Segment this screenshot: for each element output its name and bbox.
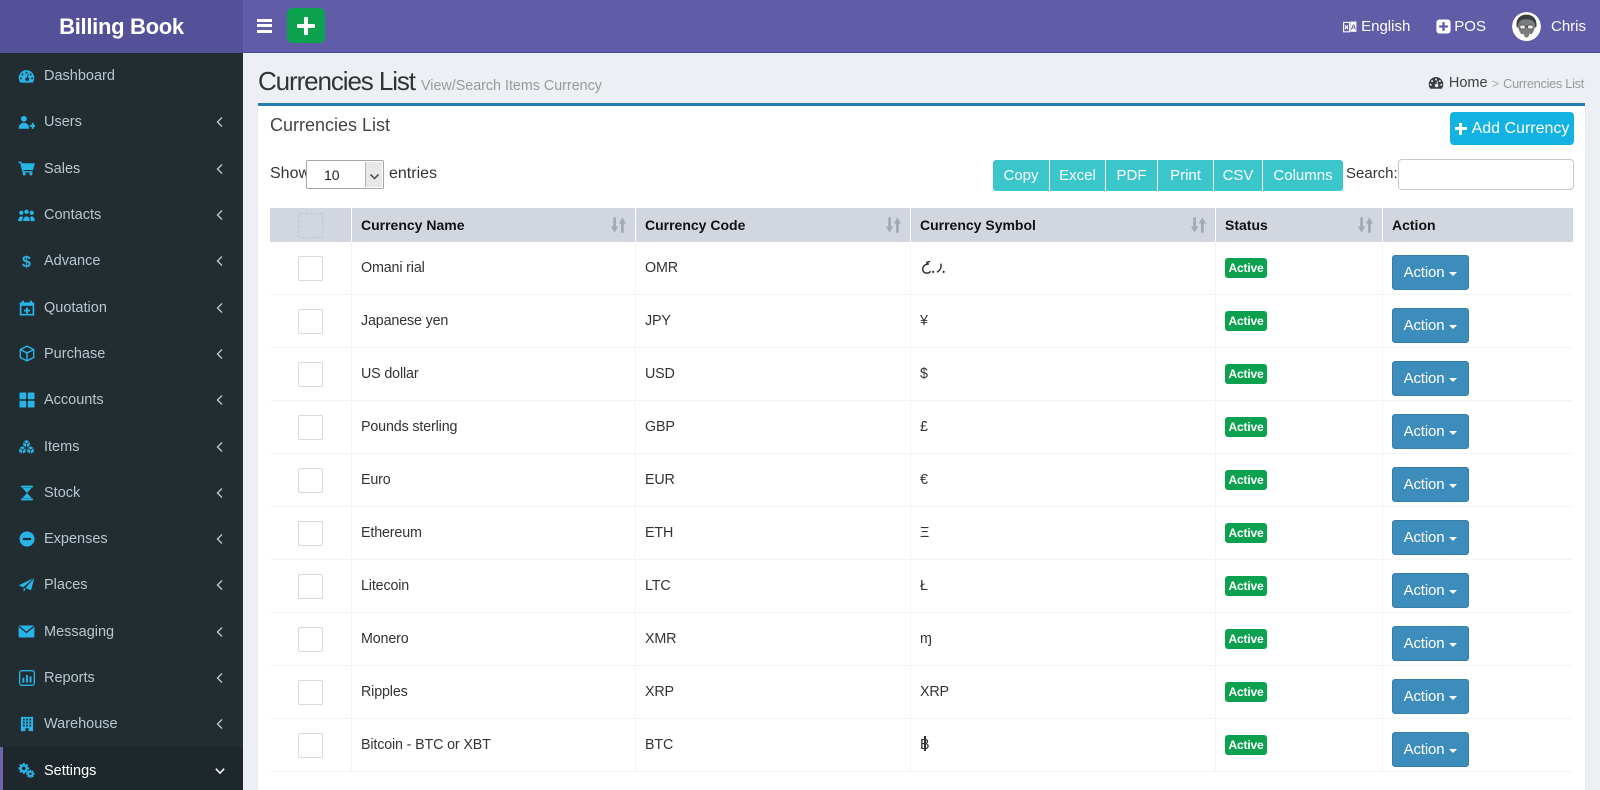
svg-text:$: $ bbox=[22, 254, 31, 270]
svg-text:A: A bbox=[1351, 22, 1357, 31]
